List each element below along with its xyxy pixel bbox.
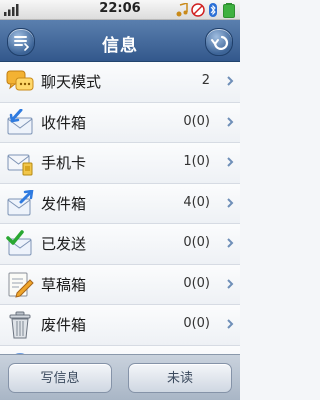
drafts-icon (8, 272, 34, 298)
chevron-right-icon (227, 76, 234, 86)
list-item-label: 废件箱 (41, 316, 87, 334)
chevron-right-icon (227, 278, 234, 289)
chevron-right-icon (227, 319, 234, 329)
trash-icon (9, 311, 31, 339)
chevron-right-icon (227, 197, 234, 208)
list-item-count: 4(0) (183, 194, 210, 210)
bluetooth-icon (209, 3, 217, 17)
list-item-label: 已发送 (41, 235, 87, 253)
list-item-broadcast[interactable] (0, 345, 240, 354)
inbox-icon (7, 108, 33, 134)
list-item-chat[interactable]: 聊天模式 2 (0, 62, 240, 103)
chevron-right-icon (227, 157, 234, 167)
list-item-inbox[interactable]: 收件箱 0(0) (0, 102, 240, 143)
list-item-sent[interactable]: 已发送 0(0) (0, 224, 240, 265)
outbox-icon (7, 189, 34, 215)
list-item-count: 0(0) (183, 316, 210, 331)
list-item-label: 手机卡 (41, 154, 87, 172)
list-item-count: 0(0) (183, 275, 210, 291)
list-item-label: 草稿箱 (41, 275, 87, 294)
list-item-label: 聊天模式 (41, 73, 102, 91)
bottom-toolbar: 写信息 未读 (0, 354, 240, 400)
list-item-label: 发件箱 (41, 194, 87, 213)
write-message-button[interactable]: 写信息 (8, 363, 112, 393)
mute-icon (191, 3, 205, 17)
chat-bubbles-icon (6, 70, 34, 91)
list-item-label: 收件箱 (41, 113, 87, 132)
music-note-icon (176, 3, 188, 17)
header-bar: 信息 (0, 20, 240, 62)
list-item-count: 1(0) (183, 154, 210, 169)
list-item-count: 0(0) (183, 113, 210, 129)
sim-envelope-icon (7, 154, 33, 176)
list-item-drafts[interactable]: 草稿箱 0(0) (0, 264, 240, 305)
status-bar: 22:06 (0, 0, 240, 20)
list-item-trash[interactable]: 废件箱 0(0) (0, 305, 240, 346)
list-item-outbox[interactable]: 发件箱 4(0) (0, 183, 240, 224)
list-item-count: 2 (201, 73, 210, 88)
chevron-right-icon (227, 238, 234, 248)
page-title: 信息 (102, 36, 138, 56)
back-arrow-icon (211, 35, 229, 50)
unread-button[interactable]: 未读 (128, 363, 232, 393)
chevron-right-icon (227, 116, 234, 127)
list-item-sim[interactable]: 手机卡 1(0) (0, 143, 240, 184)
sent-check-icon (6, 230, 32, 256)
list-item-count: 0(0) (183, 235, 210, 250)
folder-list: 聊天模式 2 收件箱 0(0) 手机卡 1(0) 发件箱 4(0) 已发送 0(… (0, 62, 240, 354)
back-button[interactable] (205, 28, 233, 56)
battery-icon (223, 3, 235, 18)
